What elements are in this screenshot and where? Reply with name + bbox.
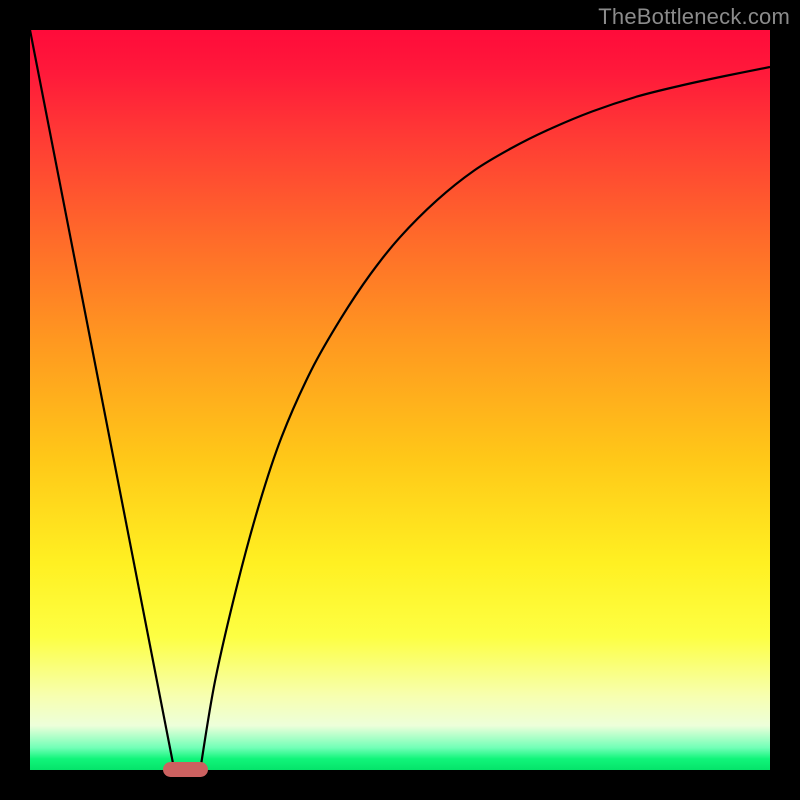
chart-frame: TheBottleneck.com: [0, 0, 800, 800]
right-log-curve: [200, 67, 770, 770]
watermark-text: TheBottleneck.com: [598, 4, 790, 30]
bottom-range-marker: [163, 762, 207, 777]
chart-curves: [30, 30, 770, 770]
left-descending-line: [30, 30, 174, 770]
